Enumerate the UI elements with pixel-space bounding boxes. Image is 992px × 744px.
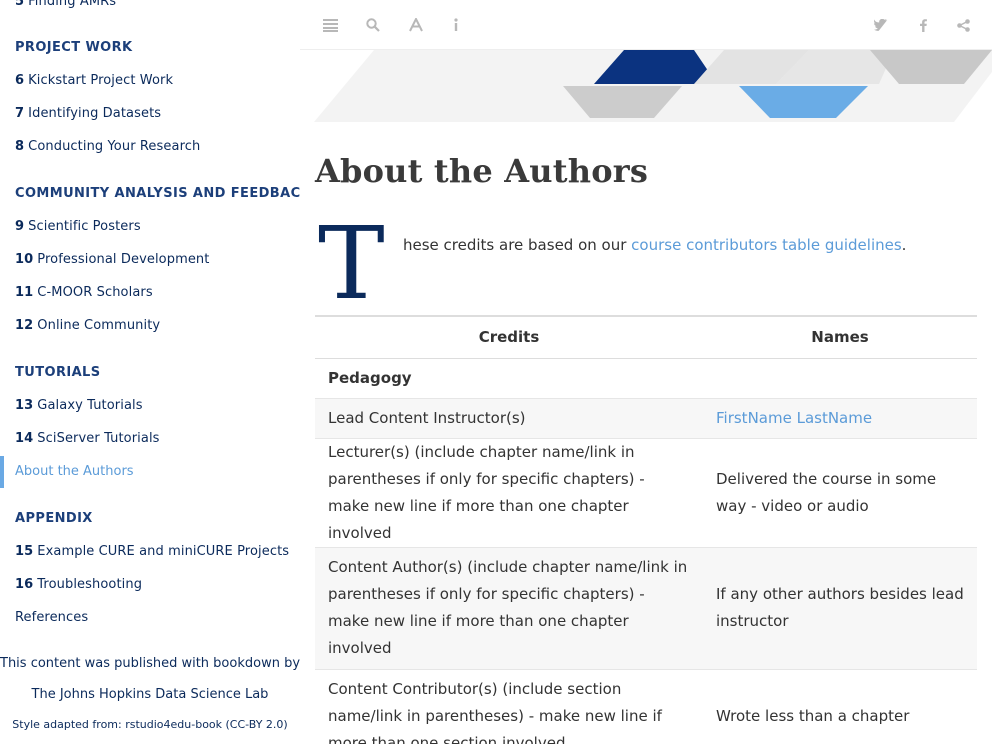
search-icon[interactable] xyxy=(363,15,383,35)
sidebar-item-finding-amrs[interactable]: 5 Finding AMRs xyxy=(15,0,116,9)
page-title: About the Authors xyxy=(315,152,649,190)
footer-published-text: This content was published with bookdown… xyxy=(0,656,300,671)
sidebar-item-professional-development[interactable]: 10 Professional Development xyxy=(15,252,209,267)
sidebar-item-posters[interactable]: 9 Scientific Posters xyxy=(15,219,141,234)
menu-icon[interactable] xyxy=(320,15,340,35)
sidebar-item-about-authors[interactable]: About the Authors xyxy=(0,456,300,488)
facebook-icon[interactable] xyxy=(913,15,933,35)
credit-cell: Content Contributor(s) (include section … xyxy=(315,669,703,744)
intro-paragraph: hese credits are based on our course con… xyxy=(403,236,907,254)
twitter-icon[interactable] xyxy=(871,15,891,35)
table-header-row: Credits Names xyxy=(315,315,977,359)
name-cell: Wrote less than a chapter xyxy=(703,669,977,744)
column-header-names: Names xyxy=(703,315,977,359)
sidebar-item-references[interactable]: References xyxy=(15,610,88,625)
table-row: Content Contributor(s) (include section … xyxy=(315,669,977,744)
name-cell: FirstName LastName xyxy=(703,398,977,439)
credits-table: Credits Names Pedagogy Lead Content Inst… xyxy=(315,315,977,744)
name-cell: Delivered the course in some way - video… xyxy=(703,438,977,548)
share-icon[interactable] xyxy=(953,15,973,35)
font-icon[interactable] xyxy=(406,15,426,35)
credit-cell: Pedagogy xyxy=(315,358,703,399)
sidebar-section-heading: APPENDIX xyxy=(15,511,93,526)
header-banner-graphic xyxy=(314,50,992,122)
sidebar-item-troubleshooting[interactable]: 16 Troubleshooting xyxy=(15,577,142,592)
author-name-link[interactable]: FirstName LastName xyxy=(716,409,872,427)
sidebar-section-heading: TUTORIALS xyxy=(15,365,101,380)
footer-style-credit[interactable]: Style adapted from: rstudio4edu-book (CC… xyxy=(0,718,300,731)
book-toolbar xyxy=(300,0,992,50)
name-cell xyxy=(703,358,977,399)
sidebar-item-online-community[interactable]: 12 Online Community xyxy=(15,318,160,333)
info-icon[interactable] xyxy=(446,15,466,35)
sidebar-item-sciserver-tutorials[interactable]: 14 SciServer Tutorials xyxy=(15,431,160,446)
contributors-guidelines-link[interactable]: course contributors table guidelines xyxy=(631,236,901,254)
sidebar-item-cmoor-scholars[interactable]: 11 C-MOOR Scholars xyxy=(15,285,153,300)
sidebar-item-datasets[interactable]: 7 Identifying Datasets xyxy=(15,106,161,121)
sidebar-section-heading: COMMUNITY ANALYSIS AND FEEDBACK xyxy=(15,186,300,201)
sidebar: 5 Finding AMRs PROJECT WORK 6 Kickstart Pr… xyxy=(0,0,300,744)
sidebar-section-heading: PROJECT WORK xyxy=(15,40,133,55)
table-row: Lead Content Instructor(s) FirstName Las… xyxy=(315,398,977,439)
credit-cell: Content Author(s) (include chapter name/… xyxy=(315,547,703,670)
sidebar-item-galaxy-tutorials[interactable]: 13 Galaxy Tutorials xyxy=(15,398,143,413)
column-header-credits: Credits xyxy=(315,315,703,359)
table-row: Pedagogy xyxy=(315,358,977,399)
credit-cell: Lecturer(s) (include chapter name/link i… xyxy=(315,438,703,548)
name-cell: If any other authors besides lead instru… xyxy=(703,547,977,670)
drop-cap-letter: T xyxy=(318,205,385,322)
footer-org-link[interactable]: The Johns Hopkins Data Science Lab xyxy=(0,687,300,702)
sidebar-item-kickstart[interactable]: 6 Kickstart Project Work xyxy=(15,73,173,88)
table-row: Lecturer(s) (include chapter name/link i… xyxy=(315,438,977,548)
credit-cell: Lead Content Instructor(s) xyxy=(315,398,703,439)
sidebar-item-cure-projects[interactable]: 15 Example CURE and miniCURE Projects xyxy=(15,544,289,559)
table-row: Content Author(s) (include chapter name/… xyxy=(315,547,977,670)
sidebar-item-research[interactable]: 8 Conducting Your Research xyxy=(15,139,200,154)
active-indicator xyxy=(0,456,4,488)
